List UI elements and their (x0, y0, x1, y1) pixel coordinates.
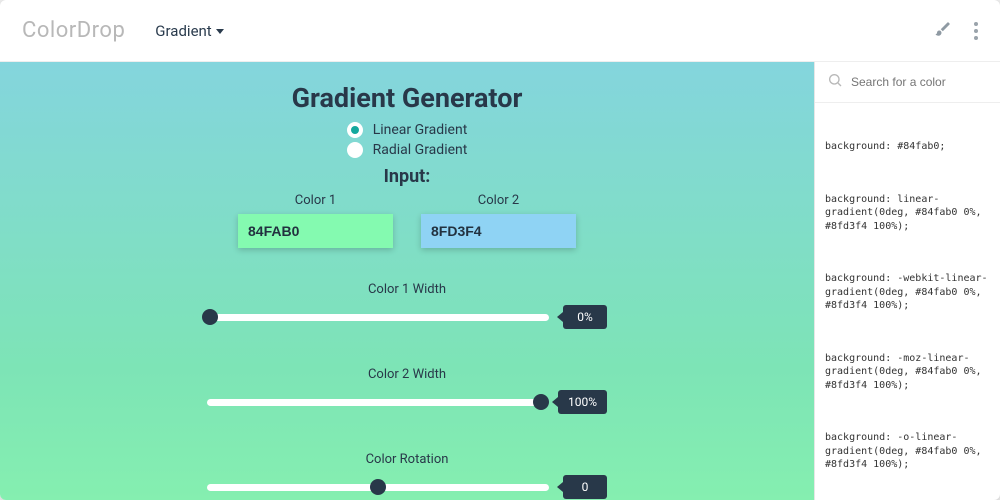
page-dropdown[interactable]: Gradient (155, 22, 223, 40)
radio-radial[interactable]: Radial Gradient (347, 142, 468, 158)
color1-input[interactable] (238, 214, 393, 248)
slider2-label: Color 2 Width (368, 367, 446, 382)
radio-linear[interactable]: Linear Gradient (347, 122, 468, 138)
code-line: background: -moz-linear-gradient(0deg, #… (825, 352, 990, 393)
code-line: background: -webkit-linear-gradient(0deg… (825, 272, 990, 313)
sliders: Color 1 Width 0% Color 2 Width 10 (30, 282, 784, 499)
app-window: ColorDrop Gradient Gradient Generator Li… (0, 0, 1000, 500)
css-output: background: #84fab0; background: linear-… (815, 103, 1000, 500)
color2-column: Color 2 (421, 193, 576, 248)
search-box (815, 62, 1000, 103)
color1-label: Color 1 (295, 193, 336, 208)
topbar-right (934, 20, 978, 42)
color1-column: Color 1 (238, 193, 393, 248)
slider3-label: Color Rotation (366, 452, 449, 467)
slider3-thumb[interactable] (370, 479, 386, 495)
code-line: background: #84fab0; (825, 140, 990, 154)
radio-selected-icon (347, 122, 363, 138)
color2-label: Color 2 (478, 193, 519, 208)
code-line: background: linear-gradient(0deg, #84fab… (825, 193, 990, 234)
radio-unselected-icon (347, 142, 363, 158)
slider1-label: Color 1 Width (368, 282, 446, 297)
kebab-menu-icon[interactable] (974, 22, 978, 40)
search-input[interactable] (851, 75, 988, 89)
slider3-row: 0 (207, 475, 607, 499)
slider2-track[interactable] (207, 399, 544, 406)
slider1-thumb[interactable] (202, 309, 218, 325)
slider-color1-width: Color 1 Width 0% (38, 282, 776, 329)
brush-icon[interactable] (934, 20, 952, 42)
brand-title: ColorDrop (22, 18, 125, 43)
topbar: ColorDrop Gradient (0, 0, 1000, 62)
chevron-down-icon (216, 29, 224, 34)
slider1-value: 0% (563, 305, 607, 329)
sidebar: background: #84fab0; background: linear-… (814, 62, 1000, 500)
slider3-value: 0 (563, 475, 607, 499)
code-line: background: -o-linear-gradient(0deg, #84… (825, 431, 990, 472)
slider1-row: 0% (207, 305, 607, 329)
slider2-value: 100% (558, 390, 607, 414)
radio-linear-label: Linear Gradient (373, 122, 468, 138)
slider-rotation: Color Rotation 0 (38, 452, 776, 499)
page-title: Gradient Generator (30, 82, 784, 114)
color2-input[interactable] (421, 214, 576, 248)
radio-radial-label: Radial Gradient (373, 142, 468, 158)
color-inputs: Color 1 Color 2 (30, 193, 784, 248)
input-heading: Input: (30, 166, 784, 187)
gradient-panel: Gradient Generator Linear Gradient Radia… (0, 62, 814, 500)
slider-color2-width: Color 2 Width 100% (38, 367, 776, 414)
slider2-thumb[interactable] (533, 394, 549, 410)
slider1-track[interactable] (207, 314, 549, 321)
search-icon (827, 72, 843, 92)
slider3-track[interactable] (207, 484, 549, 491)
gradient-type-group: Linear Gradient Radial Gradient (30, 122, 784, 158)
content: Gradient Generator Linear Gradient Radia… (0, 62, 1000, 500)
dropdown-label: Gradient (155, 22, 211, 40)
slider2-row: 100% (207, 390, 607, 414)
